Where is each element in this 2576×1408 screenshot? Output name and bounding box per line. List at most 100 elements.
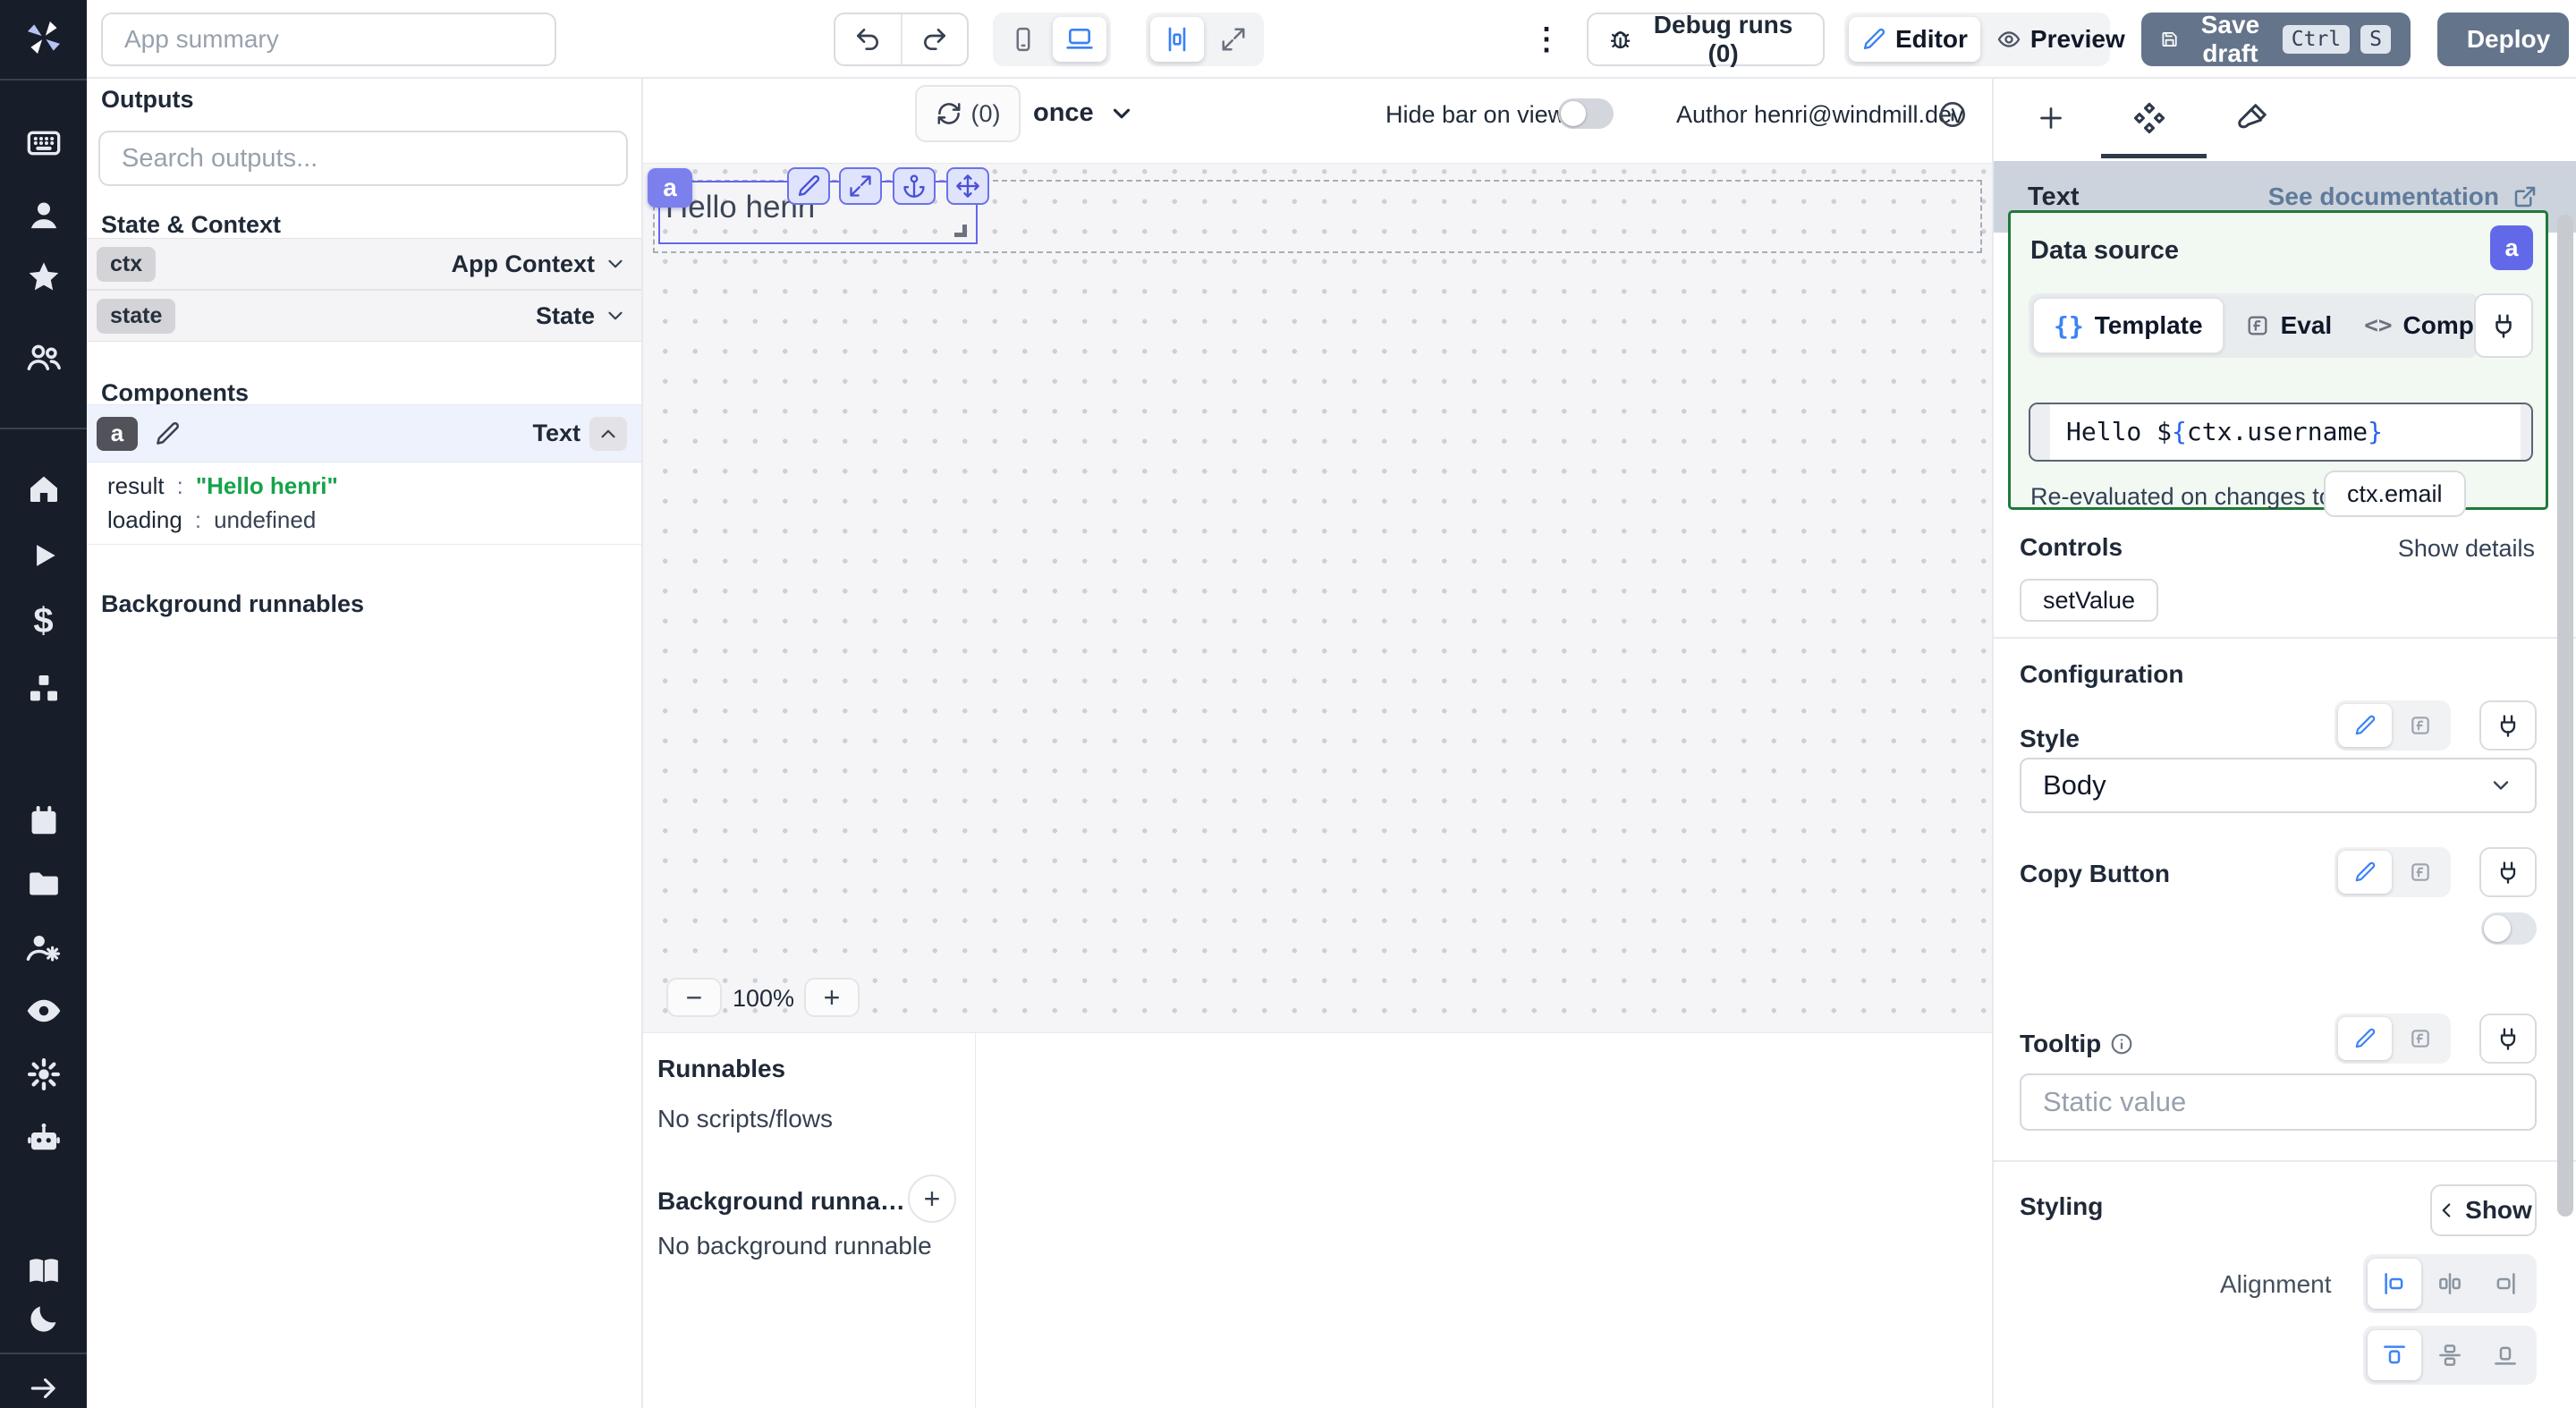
connect-plug-button[interactable] bbox=[2474, 293, 2533, 358]
audit-eye-icon[interactable] bbox=[0, 986, 87, 1036]
eval-function-button[interactable] bbox=[2394, 851, 2447, 894]
rename-pencil-icon[interactable] bbox=[154, 420, 181, 447]
variables-icon[interactable]: $ bbox=[0, 596, 87, 646]
ctx-row[interactable]: ctx App Context bbox=[87, 238, 641, 290]
show-label: Show bbox=[2465, 1196, 2532, 1225]
align-left-button[interactable] bbox=[2368, 1259, 2421, 1309]
see-documentation-link[interactable]: See documentation bbox=[2268, 182, 2538, 211]
fullscreen-button[interactable] bbox=[1208, 17, 1259, 62]
align-bottom-button[interactable] bbox=[2479, 1330, 2532, 1380]
redo-button[interactable] bbox=[902, 14, 968, 64]
expand-sidebar-arrow-icon[interactable] bbox=[0, 1363, 87, 1408]
data-source-mode-tabs: {} Template Eval <> Compute bbox=[2029, 293, 2479, 358]
deploy-button[interactable]: Deploy bbox=[2437, 13, 2569, 66]
undo-button[interactable] bbox=[835, 14, 902, 64]
static-pencil-button[interactable] bbox=[2338, 1017, 2392, 1060]
copy-button-toggle[interactable] bbox=[2481, 912, 2537, 945]
center-layout-button[interactable] bbox=[1150, 17, 1204, 62]
data-source-title: Data source bbox=[2030, 236, 2179, 266]
add-background-runnable-button[interactable]: + bbox=[908, 1175, 956, 1223]
template-tab[interactable]: {} Template bbox=[2033, 298, 2224, 353]
show-details-link[interactable]: Show details bbox=[2398, 535, 2535, 563]
plus-label: + bbox=[924, 1183, 941, 1215]
ai-robot-icon[interactable] bbox=[0, 1114, 87, 1164]
align-top-button[interactable] bbox=[2368, 1330, 2421, 1380]
template-code-editor[interactable]: Hello ${ctx.username} bbox=[2029, 403, 2533, 462]
collapse-button[interactable] bbox=[589, 417, 627, 451]
runs-icon[interactable] bbox=[0, 530, 87, 581]
component-a-row[interactable]: a Text bbox=[87, 404, 641, 462]
preview-tab[interactable]: Preview bbox=[1984, 17, 2138, 62]
reeval-dependency-chip[interactable]: ctx.email bbox=[2324, 471, 2466, 517]
desktop-view-button[interactable] bbox=[1053, 17, 1106, 62]
result-kv-row[interactable]: result : "Hello henri" bbox=[107, 472, 338, 500]
user-icon[interactable] bbox=[0, 191, 87, 241]
show-styling-button[interactable]: Show bbox=[2430, 1184, 2537, 1236]
component-id-badge: a bbox=[97, 417, 138, 451]
align-right-button[interactable] bbox=[2479, 1259, 2532, 1309]
info-icon[interactable] bbox=[1938, 100, 1967, 129]
align-center-vertical-button[interactable] bbox=[2423, 1330, 2477, 1380]
component-settings-tab[interactable] bbox=[2130, 98, 2169, 138]
global-styling-tab[interactable] bbox=[2233, 98, 2272, 138]
static-pencil-button[interactable] bbox=[2338, 704, 2392, 747]
eval-tab[interactable]: Eval bbox=[2224, 298, 2354, 353]
schedule-dropdown[interactable]: once bbox=[1033, 98, 1135, 128]
hide-bar-toggle[interactable] bbox=[1558, 98, 1614, 129]
align-center-horizontal-button[interactable] bbox=[2423, 1259, 2477, 1309]
author-label: Author henri@windmill.dev bbox=[1676, 101, 1964, 129]
mobile-view-button[interactable] bbox=[997, 17, 1049, 62]
state-type-label: State bbox=[536, 302, 595, 330]
dark-mode-moon-icon[interactable] bbox=[0, 1293, 87, 1344]
info-icon[interactable] bbox=[2110, 1032, 2133, 1056]
settings-gear-icon[interactable] bbox=[0, 1049, 87, 1099]
chevron-down-icon[interactable] bbox=[604, 252, 627, 276]
editor-tab[interactable]: Editor bbox=[1849, 17, 1980, 62]
anchor-component-button[interactable] bbox=[893, 167, 936, 205]
tooltip-connect-button[interactable] bbox=[2479, 1014, 2537, 1064]
component-id-handle[interactable]: a bbox=[648, 168, 692, 208]
home-icon[interactable] bbox=[0, 463, 87, 513]
edit-component-button[interactable] bbox=[787, 167, 830, 205]
style-select[interactable]: Body bbox=[2020, 758, 2537, 813]
docs-book-icon[interactable] bbox=[0, 1245, 87, 1295]
apps-icon[interactable] bbox=[0, 118, 87, 168]
app-summary-input[interactable] bbox=[101, 13, 556, 66]
loading-kv-row[interactable]: loading : undefined bbox=[107, 506, 316, 534]
save-draft-button[interactable]: Save draft Ctrl S bbox=[2141, 13, 2411, 66]
panel-scrollbar[interactable] bbox=[2557, 215, 2573, 1217]
eval-function-button[interactable] bbox=[2394, 1017, 2447, 1060]
braces-icon: {} bbox=[2054, 311, 2084, 341]
schedules-icon[interactable] bbox=[0, 796, 87, 846]
eval-function-button[interactable] bbox=[2394, 704, 2447, 747]
windmill-logo[interactable] bbox=[0, 13, 87, 63]
setvalue-button[interactable]: setValue bbox=[2020, 579, 2158, 622]
copy-connect-button[interactable] bbox=[2479, 847, 2537, 897]
chevron-down-icon[interactable] bbox=[604, 304, 627, 327]
zoom-out-button[interactable]: − bbox=[666, 978, 722, 1017]
component-type-label: Text bbox=[532, 420, 580, 447]
chevron-down-icon bbox=[1108, 100, 1135, 127]
style-connect-button[interactable] bbox=[2479, 700, 2537, 751]
star-icon[interactable] bbox=[0, 252, 87, 302]
resources-icon[interactable] bbox=[0, 664, 87, 714]
search-outputs-input[interactable] bbox=[98, 131, 628, 186]
folders-icon[interactable] bbox=[0, 859, 87, 909]
zoom-in-button[interactable]: + bbox=[804, 978, 860, 1017]
plug-icon bbox=[2496, 860, 2521, 885]
deploy-label: Deploy bbox=[2467, 25, 2550, 54]
users-group-icon[interactable] bbox=[0, 333, 87, 383]
debug-runs-button[interactable]: Debug runs (0) bbox=[1587, 13, 1825, 66]
expand-component-button[interactable] bbox=[839, 167, 882, 205]
insert-component-tab[interactable] bbox=[2031, 98, 2071, 138]
groups-admin-icon[interactable] bbox=[0, 923, 87, 973]
result-value: "Hello henri" bbox=[196, 472, 338, 500]
refresh-button[interactable]: (0) bbox=[915, 85, 1021, 142]
static-pencil-button[interactable] bbox=[2338, 851, 2392, 894]
resize-handle[interactable] bbox=[954, 225, 967, 237]
more-menu-button[interactable]: ⋮ bbox=[1530, 18, 1563, 61]
move-component-button[interactable] bbox=[946, 167, 989, 205]
state-row[interactable]: state State bbox=[87, 290, 641, 342]
app-canvas[interactable]: Hello henri a − 100% + bbox=[643, 163, 1992, 1032]
tooltip-static-value-input[interactable] bbox=[2020, 1073, 2537, 1131]
